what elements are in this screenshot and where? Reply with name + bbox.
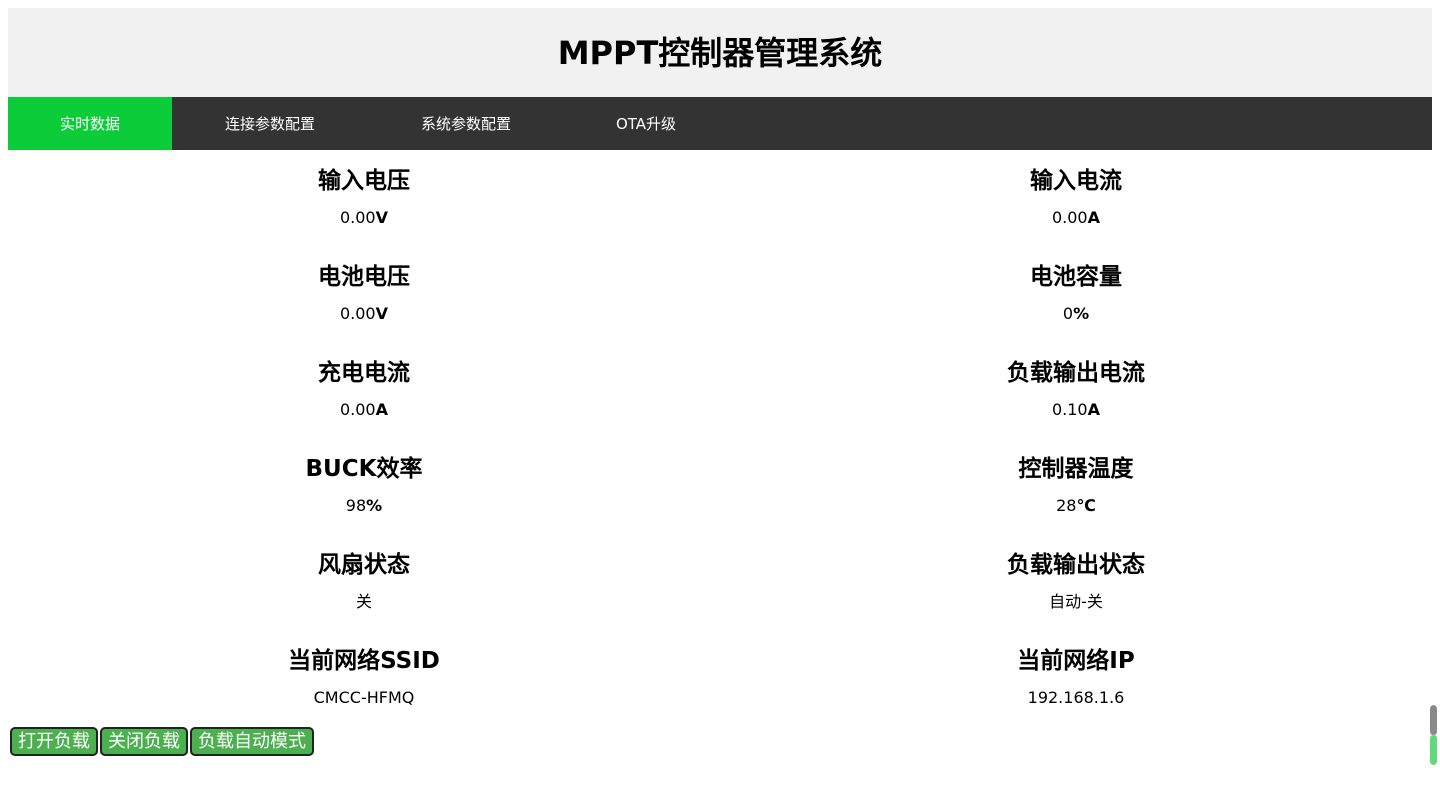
metric-charge-current: 充电电流 0.00A [8,355,720,451]
metric-number: 0.00 [339,304,376,323]
metric-value: 28℃ [720,496,1432,516]
metric-number: 0.00 [339,400,376,419]
metric-value: CMCC-HFMQ [8,688,720,708]
tab-realtime-data[interactable]: 实时数据 [8,97,172,150]
metric-value: 0.00A [8,400,720,420]
metric-input-voltage: 输入电压 0.00V [8,163,720,259]
metric-value: 192.168.1.6 [720,688,1432,708]
metric-value: 0.10A [720,400,1432,420]
load-control-buttons: 打开负载 关闭负载 负载自动模式 [10,727,314,756]
metric-number: 0.10 [1051,400,1088,419]
open-load-button[interactable]: 打开负载 [10,727,98,756]
metric-label: BUCK效率 [305,456,423,482]
metric-value: 0.00A [720,208,1432,228]
metric-label: 输入电压 [318,168,410,194]
nav-bar: 实时数据 连接参数配置 系统参数配置 OTA升级 [8,97,1432,150]
metric-unit: ℃ [1076,496,1096,515]
metric-unit: % [366,496,383,515]
scrollbar-thumb-accent[interactable] [1430,735,1437,765]
metric-value: 0% [720,304,1432,324]
close-load-button[interactable]: 关闭负载 [100,727,188,756]
metric-label: 风扇状态 [318,552,410,578]
metric-value: 自动-关 [720,592,1432,612]
metric-battery-capacity: 电池容量 0% [720,259,1432,355]
tab-connection-config[interactable]: 连接参数配置 [172,97,368,150]
metric-value: 0.00V [8,304,720,324]
metric-value: 关 [8,592,720,612]
metric-label: 输入电流 [1030,168,1122,194]
tab-ota-upgrade[interactable]: OTA升级 [564,97,728,150]
metric-load-output-status: 负载输出状态 自动-关 [720,547,1432,643]
metric-load-output-current: 负载输出电流 0.10A [720,355,1432,451]
metric-label: 负载输出电流 [1007,360,1145,386]
metric-network-ip: 当前网络IP 192.168.1.6 [720,643,1432,739]
metrics-grid: 输入电压 0.00V 输入电流 0.00A 电池电压 0.00V 电池容量 0%… [8,150,1432,739]
metric-label: 控制器温度 [1018,456,1134,482]
tab-system-config[interactable]: 系统参数配置 [368,97,564,150]
metric-controller-temp: 控制器温度 28℃ [720,451,1432,547]
page-title: MPPT控制器管理系统 [557,33,883,72]
metric-fan-status: 风扇状态 关 [8,547,720,643]
metric-number: 28 [1056,496,1077,515]
metric-number: CMCC-HFMQ [313,688,415,707]
metric-buck-efficiency: BUCK效率 98% [8,451,720,547]
load-auto-mode-button[interactable]: 负载自动模式 [190,727,314,756]
metric-number: 0.00 [1051,208,1088,227]
metric-unit: A [1087,400,1100,419]
metric-number: 关 [355,592,372,611]
metric-number: 自动-关 [1049,592,1103,611]
metric-unit: V [375,208,388,227]
metric-label: 充电电流 [318,360,410,386]
metric-unit: % [1073,304,1090,323]
metric-label: 电池电压 [318,264,410,290]
scrollbar[interactable] [1430,705,1437,765]
metric-number: 192.168.1.6 [1027,688,1125,707]
header: MPPT控制器管理系统 [8,8,1432,97]
metric-number: 98 [345,496,367,515]
metric-label: 负载输出状态 [1007,552,1145,578]
page: MPPT控制器管理系统 实时数据 连接参数配置 系统参数配置 OTA升级 输入电… [8,8,1432,739]
metric-unit: A [375,400,388,419]
scrollbar-thumb[interactable] [1430,705,1437,735]
metric-unit: V [375,304,388,323]
metric-unit: A [1087,208,1100,227]
metric-value: 98% [8,496,720,516]
metric-value: 0.00V [8,208,720,228]
metric-network-ssid: 当前网络SSID CMCC-HFMQ [8,643,720,739]
metric-battery-voltage: 电池电压 0.00V [8,259,720,355]
metric-label: 当前网络IP [1017,648,1135,674]
metric-number: 0 [1062,304,1074,323]
metric-label: 当前网络SSID [288,648,440,674]
metric-number: 0.00 [339,208,376,227]
metric-label: 电池容量 [1030,264,1122,290]
metric-input-current: 输入电流 0.00A [720,163,1432,259]
